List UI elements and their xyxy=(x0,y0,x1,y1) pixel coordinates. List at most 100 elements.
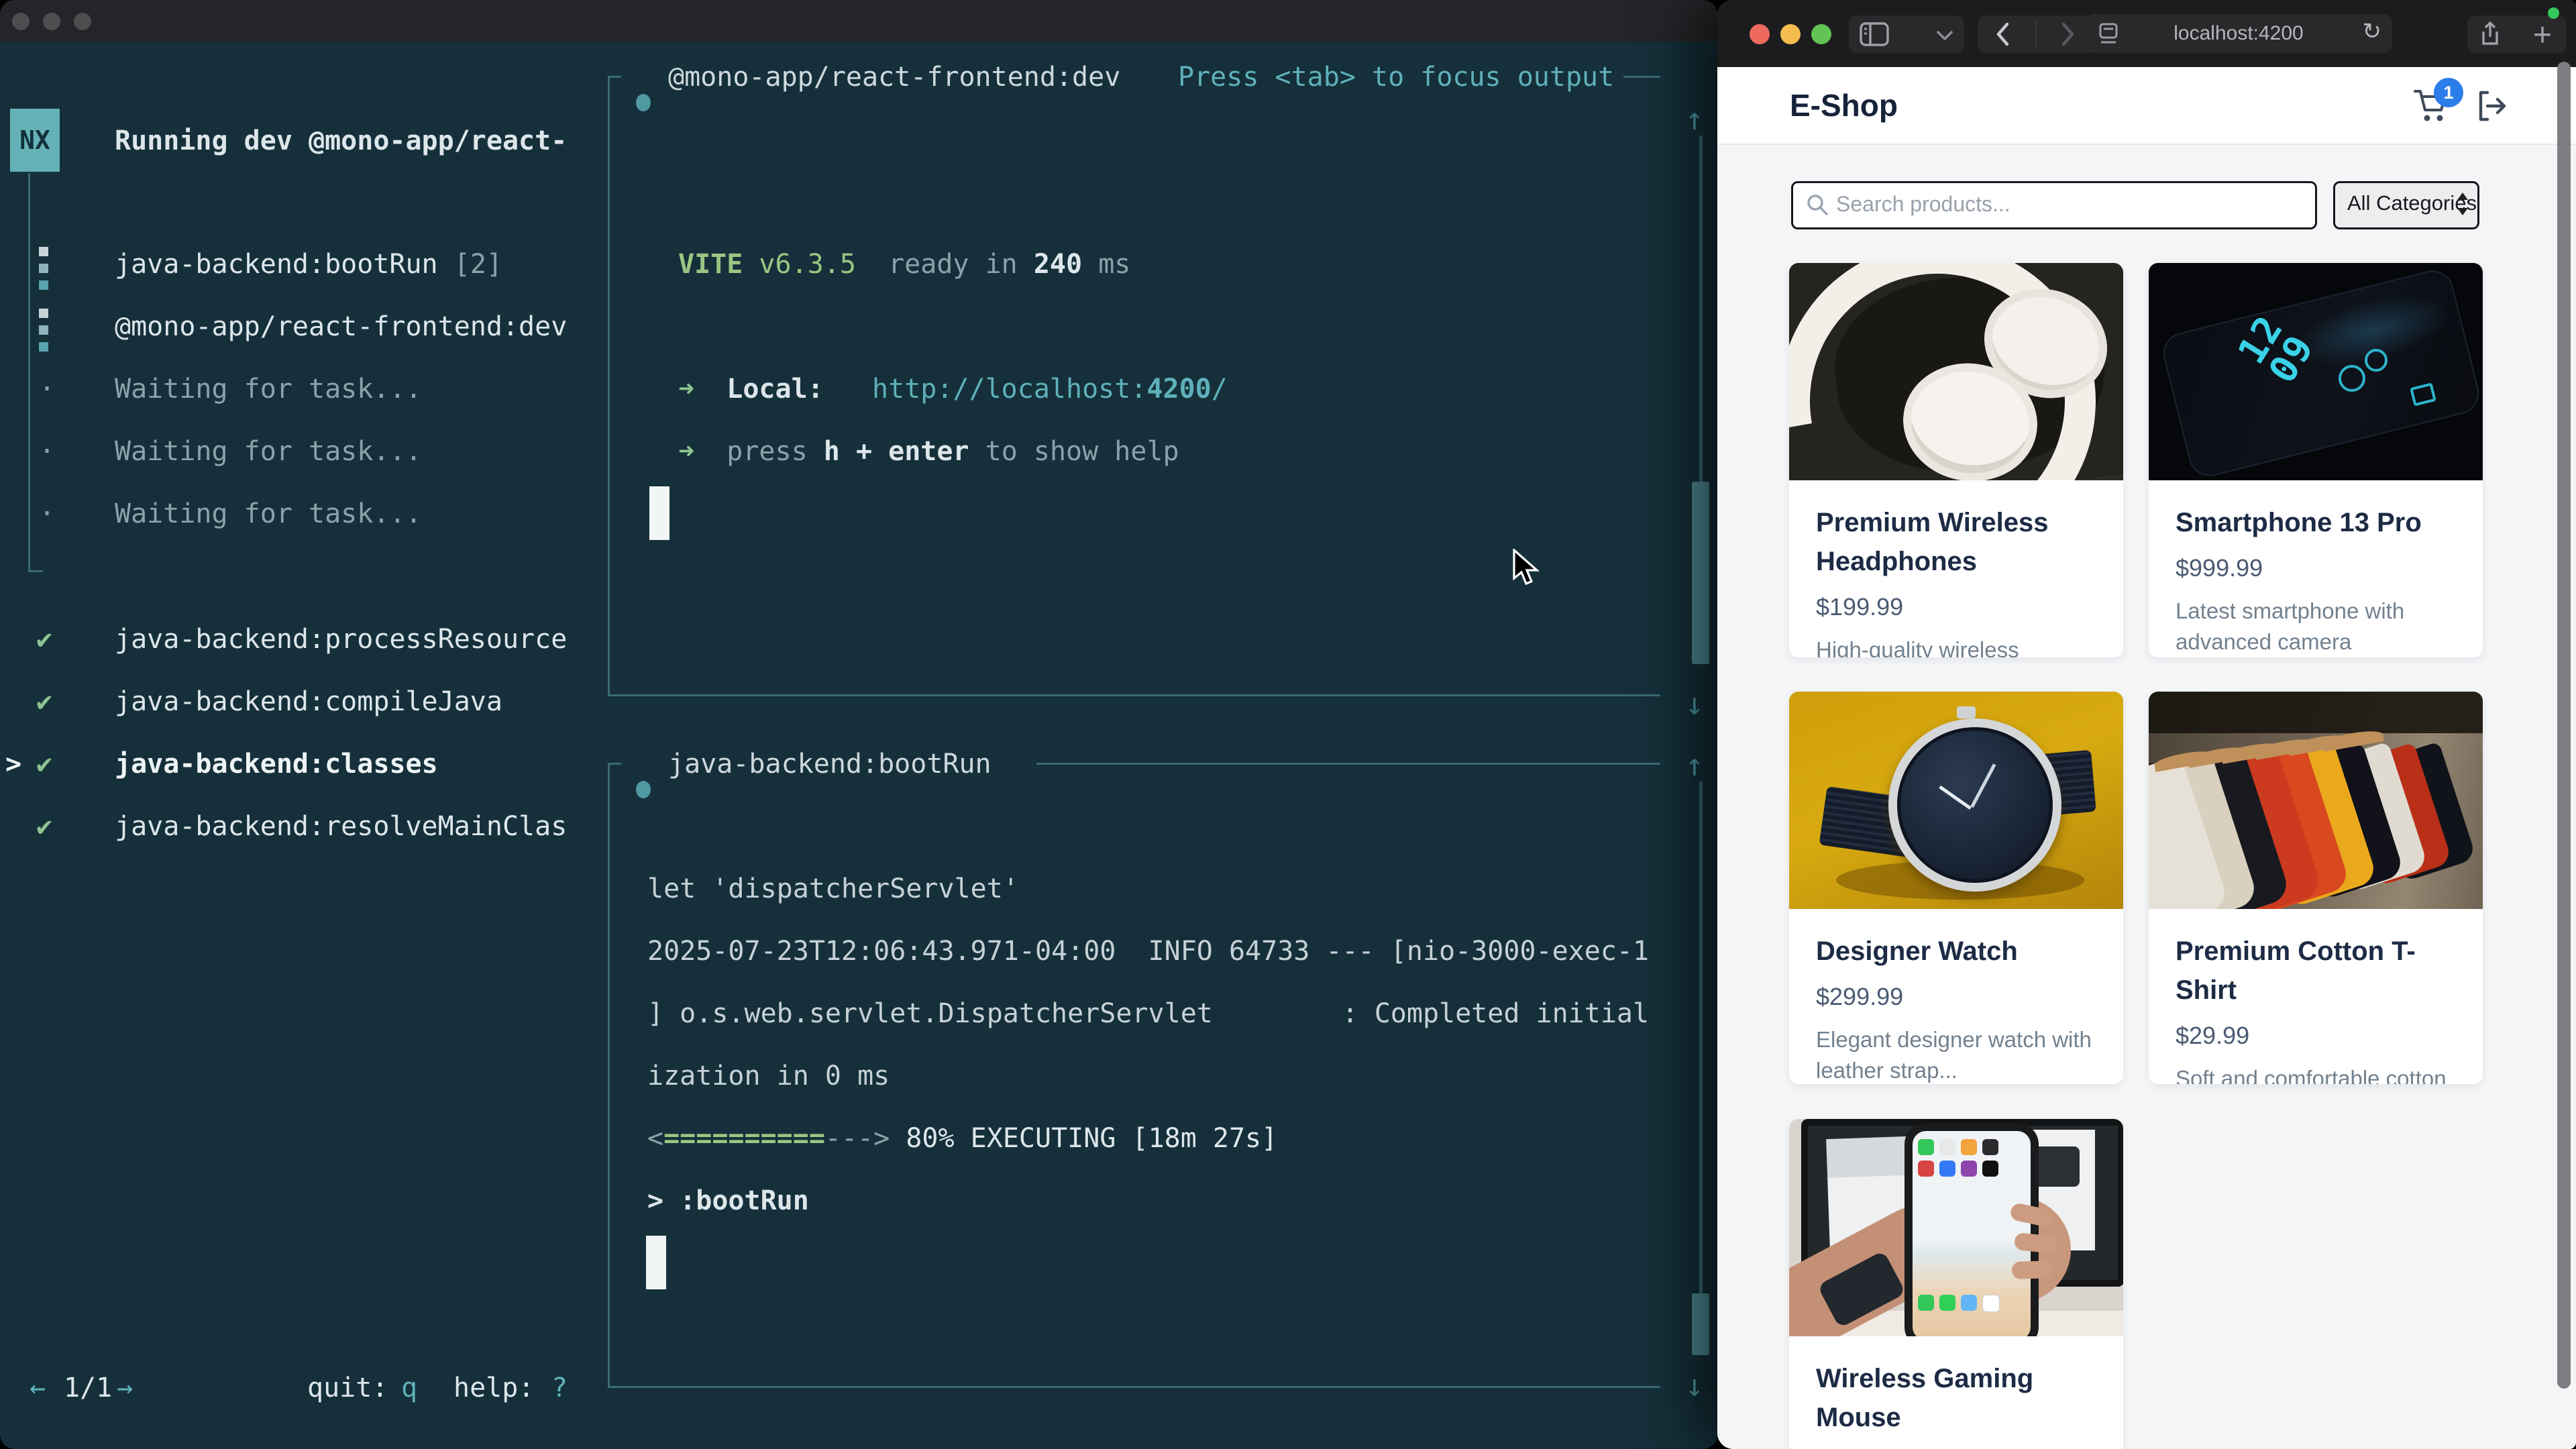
terminal-window: NX Running dev @mono-app/react- java-bac… xyxy=(0,0,1717,1449)
sidebar-icon[interactable] xyxy=(1860,22,1889,46)
desktop: NX Running dev @mono-app/react- java-bac… xyxy=(0,0,2576,1449)
scroll-down-icon[interactable]: ↓ xyxy=(1685,1370,1704,1401)
product-description: Latest smartphone with advanced camera f… xyxy=(2176,596,2456,657)
check-icon: ✔ xyxy=(36,615,52,663)
task-tree-line xyxy=(28,173,30,570)
close-icon[interactable] xyxy=(1750,24,1770,44)
scroll-up-icon[interactable]: ↑ xyxy=(1685,749,1704,780)
completed-task-selected[interactable]: java-backend:classes xyxy=(115,740,438,788)
nx-logo: NX xyxy=(10,109,60,172)
product-price: $199.99 xyxy=(1816,593,2096,621)
help-label: help: xyxy=(453,1364,534,1412)
product-card[interactable]: Wireless Gaming Mouse $79.99 High-perfor… xyxy=(1789,1119,2123,1449)
scrollbar-thumb[interactable] xyxy=(1692,1293,1709,1355)
pane-status-icon xyxy=(636,94,651,111)
scrollbar-track[interactable] xyxy=(1699,782,1703,1293)
waiting-task: Waiting for task... xyxy=(115,427,422,476)
waiting-bullet: · xyxy=(39,365,55,413)
pane-hint: Press <tab> to focus output xyxy=(1178,53,1614,101)
nav-button-group xyxy=(1978,15,2093,53)
new-tab-icon[interactable]: + xyxy=(2533,17,2552,54)
divider xyxy=(2035,21,2037,48)
terminal-body[interactable]: NX Running dev @mono-app/react- java-bac… xyxy=(0,42,1717,1449)
queued-task: @mono-app/react-frontend:dev xyxy=(115,303,567,351)
product-description: Elegant designer watch with leather stra… xyxy=(1816,1024,2096,1084)
recording-indicator-icon xyxy=(2548,7,2559,19)
help-hint-line: ➜ press h + enter to show help xyxy=(678,427,1179,476)
product-price: $299.99 xyxy=(1816,983,2096,1011)
shop-content: All Categories Premium Wireless Headphon… xyxy=(1717,145,2576,1449)
product-name: Designer Watch xyxy=(1816,932,2096,971)
product-image xyxy=(2149,692,2483,909)
pager-label: 1/1 xyxy=(64,1364,112,1412)
share-icon[interactable] xyxy=(2479,21,2501,48)
scrollbar-thumb[interactable] xyxy=(1692,482,1709,664)
queued-task: java-backend:bootRun [2] xyxy=(115,240,502,288)
scroll-up-icon[interactable]: ↑ xyxy=(1685,103,1704,134)
product-card[interactable]: 1209 Smartphone 13 Pro $999.99 Latest sm… xyxy=(2149,263,2483,657)
pointer-icon: > xyxy=(5,740,21,788)
pager-next-icon[interactable]: → xyxy=(117,1364,133,1412)
shop-brand[interactable]: E-Shop xyxy=(1790,67,1898,144)
maximize-icon[interactable] xyxy=(1811,24,1831,44)
terminal-cursor xyxy=(646,1236,666,1289)
waiting-bullet: · xyxy=(39,427,55,476)
maximize-icon[interactable] xyxy=(74,13,91,30)
task-tree-corner xyxy=(28,570,43,572)
close-icon[interactable] xyxy=(12,13,30,30)
back-icon[interactable] xyxy=(1995,22,2010,46)
product-card[interactable]: Premium Cotton T-Shirt $29.99 Soft and c… xyxy=(2149,692,2483,1084)
minimize-icon[interactable] xyxy=(1780,24,1801,44)
pane-title[interactable]: java-backend:bootRun xyxy=(668,740,991,788)
page-scrollbar[interactable] xyxy=(2557,62,2571,1389)
localhost-link[interactable]: http://localhost:4200/ xyxy=(872,374,1228,405)
log-line: let 'dispatcherServlet' xyxy=(647,865,1019,913)
sidebar-button-group xyxy=(1849,15,1964,53)
product-card[interactable]: Premium Wireless Headphones $199.99 High… xyxy=(1789,263,2123,657)
pager-prev-icon[interactable]: ← xyxy=(30,1364,46,1412)
waiting-bullet: · xyxy=(39,490,55,538)
terminal-titlebar[interactable] xyxy=(0,0,1717,42)
product-image xyxy=(1789,692,2123,909)
reload-icon[interactable]: ↻ xyxy=(2363,18,2382,45)
search-input[interactable] xyxy=(1835,183,2307,225)
log-line: 2025-07-23T12:06:43.971-04:00 INFO 64733… xyxy=(647,927,1649,975)
product-card[interactable]: Designer Watch $299.99 Elegant designer … xyxy=(1789,692,2123,1084)
forward-icon[interactable] xyxy=(2061,22,2076,46)
action-button-group: + xyxy=(2467,15,2567,53)
safari-titlebar[interactable]: localhost:4200 ↻ + xyxy=(1717,0,2576,67)
local-url-line: ➜ Local: http://localhost:4200/ xyxy=(678,365,1228,413)
chevron-down-icon[interactable] xyxy=(1936,30,1953,41)
gradle-prompt-line: > :bootRun xyxy=(647,1177,809,1225)
product-description: Soft and comfortable cotton t-shirt... xyxy=(2176,1063,2456,1084)
search-icon xyxy=(1805,193,1829,217)
product-name: Smartphone 13 Pro xyxy=(2176,503,2456,542)
waiting-task: Waiting for task... xyxy=(115,490,422,538)
product-name: Wireless Gaming Mouse xyxy=(1816,1359,2096,1437)
shop-header: E-Shop 1 xyxy=(1717,67,2576,145)
log-line: ] o.s.web.servlet.DispatcherServlet : Co… xyxy=(647,989,1649,1038)
cart-badge: 1 xyxy=(2434,78,2463,107)
url-text[interactable]: localhost:4200 xyxy=(2085,14,2392,53)
minimize-icon[interactable] xyxy=(43,13,60,30)
product-image xyxy=(1789,1119,2123,1336)
category-select[interactable]: All Categories xyxy=(2333,181,2479,229)
help-key: ? xyxy=(551,1364,568,1412)
logout-icon[interactable] xyxy=(2474,89,2509,123)
product-description: High-quality wireless headphones with no… xyxy=(1816,635,2096,657)
quit-key: q xyxy=(401,1364,417,1412)
scrollbar-track[interactable] xyxy=(1699,136,1703,482)
spinner-icon xyxy=(39,309,48,359)
product-name: Premium Cotton T-Shirt xyxy=(2176,932,2456,1010)
pane-status-icon xyxy=(636,781,651,798)
address-bar[interactable]: localhost:4200 ↻ xyxy=(2085,14,2392,53)
check-icon: ✔ xyxy=(36,802,52,851)
gradle-progress-line: <==========---> 80% EXECUTING [18m 27s] xyxy=(647,1114,1277,1163)
terminal-cursor xyxy=(649,486,669,540)
pane-title[interactable]: @mono-app/react-frontend:dev xyxy=(668,53,1120,101)
completed-task: java-backend:processResource xyxy=(115,615,567,663)
check-icon: ✔ xyxy=(36,740,52,788)
scroll-down-icon[interactable]: ↓ xyxy=(1685,688,1704,719)
product-image: 1209 xyxy=(2149,263,2483,480)
product-image xyxy=(1789,263,2123,480)
